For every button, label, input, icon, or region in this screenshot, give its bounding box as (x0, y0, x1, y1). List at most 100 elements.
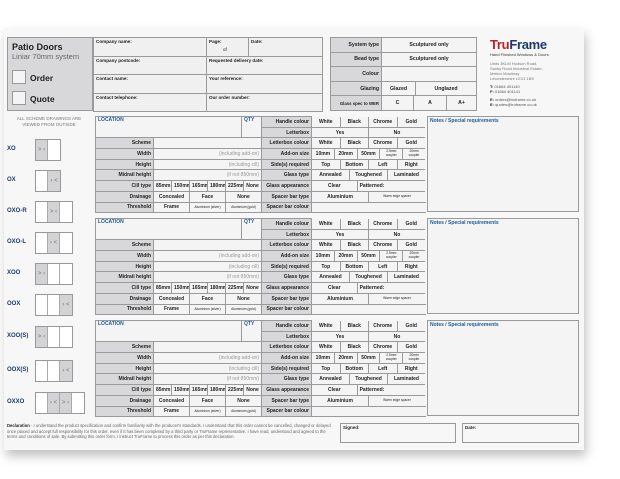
notes-field[interactable]: Notes / Special requirements (427, 320, 579, 416)
option-20mm[interactable]: 20mm (333, 148, 358, 160)
width-input[interactable]: (including add-on) (153, 148, 262, 160)
company-name-field[interactable]: Company name: (93, 37, 207, 57)
wer-aplus-option[interactable]: A+ (445, 95, 478, 111)
option-85mm[interactable]: 85mm (153, 180, 172, 192)
width-input[interactable]: (including add-on) (153, 352, 262, 364)
option-black[interactable]: Black (339, 116, 369, 128)
option-face[interactable]: Face (189, 293, 226, 305)
option-top[interactable]: Top (311, 261, 341, 272)
option-none[interactable]: None (225, 191, 262, 203)
location-field[interactable]: LOCATION QTY (95, 319, 262, 343)
option-annealed[interactable]: Annealed (311, 169, 350, 181)
option-[interactable] (311, 202, 426, 213)
option-toughened[interactable]: Toughened (349, 169, 388, 181)
option-no[interactable]: No (368, 229, 426, 240)
option-top[interactable]: Top (311, 159, 341, 170)
option-10mm[interactable]: 10mm (311, 148, 335, 160)
option-aluminium-silver-[interactable]: Aluminium (silver) (189, 406, 226, 417)
option-white[interactable]: White (311, 239, 341, 251)
colour-field[interactable] (380, 66, 478, 82)
height-input[interactable]: (including cill) (153, 362, 262, 375)
option-[interactable] (311, 406, 426, 417)
option-chrome[interactable]: Chrome (368, 116, 398, 128)
option-none[interactable]: None (243, 384, 262, 396)
option-laminated[interactable]: Laminated (387, 271, 426, 283)
option-150mm[interactable]: 150mm (171, 180, 190, 192)
midrail-height-input[interactable]: (if not 850mm) (153, 373, 262, 386)
wer-c-option[interactable]: C (381, 95, 414, 111)
option-150mm[interactable]: 150mm (171, 282, 190, 294)
option-patterned-[interactable]: Patterned: (356, 180, 426, 192)
option-no[interactable]: No (368, 331, 426, 342)
option-chrome[interactable]: Chrome (368, 137, 398, 149)
option-none[interactable]: None (225, 293, 262, 305)
option-toughened[interactable]: Toughened (349, 373, 388, 385)
option-chrome[interactable]: Chrome (368, 239, 398, 251)
option-aluminium[interactable]: Aluminium (311, 293, 369, 305)
option-165mm[interactable]: 165mm (189, 180, 208, 192)
option-225mm[interactable]: 225mm (225, 282, 244, 294)
option-clear[interactable]: Clear (311, 282, 358, 294)
option-laminated[interactable]: Laminated (387, 169, 426, 181)
midrail-height-input[interactable]: (if not 850mm) (153, 169, 262, 182)
option-2-5mm-coupler[interactable]: 2.5mm coupler (379, 148, 404, 160)
scheme-input[interactable] (153, 239, 262, 252)
wer-a-option[interactable]: A (413, 95, 447, 111)
height-input[interactable]: (including cill) (153, 260, 262, 273)
option-20mm[interactable]: 20mm (333, 352, 358, 364)
option-gold[interactable]: Gold (396, 320, 426, 332)
option-patterned-[interactable]: Patterned: (356, 282, 426, 294)
option-chrome[interactable]: Chrome (368, 218, 398, 230)
location-field[interactable]: LOCATION QTY (95, 115, 262, 139)
option-yes[interactable]: Yes (311, 229, 369, 240)
option-none[interactable]: None (243, 282, 262, 294)
option-165mm[interactable]: 165mm (189, 384, 208, 396)
option-aluminium-silver-[interactable]: Aluminium (silver) (189, 304, 226, 315)
option-50mm[interactable]: 50mm (356, 352, 381, 364)
option-yes[interactable]: Yes (311, 331, 369, 342)
option-right[interactable]: Right (396, 363, 426, 374)
option-concealed[interactable]: Concealed (153, 293, 190, 305)
option-225mm[interactable]: 225mm (225, 384, 244, 396)
option-225mm[interactable]: 225mm (225, 180, 244, 192)
option-2-5mm-coupler[interactable]: 2.5mm coupler (379, 250, 404, 262)
option-concealed[interactable]: Concealed (153, 191, 190, 203)
option-black[interactable]: Black (339, 239, 369, 251)
scheme-input[interactable] (153, 137, 262, 150)
page-field[interactable]: Page: of (206, 37, 249, 57)
midrail-height-input[interactable]: (if not 850mm) (153, 271, 262, 284)
option-annealed[interactable]: Annealed (311, 271, 350, 283)
option-chrome[interactable]: Chrome (368, 341, 398, 353)
option-20mm-coupler[interactable]: 20mm coupler (402, 352, 426, 364)
option-2-5mm-coupler[interactable]: 2.5mm coupler (379, 352, 404, 364)
option-right[interactable]: Right (396, 261, 426, 272)
option-180mm[interactable]: 180mm (207, 180, 226, 192)
option-85mm[interactable]: 85mm (153, 384, 172, 396)
option-yes[interactable]: Yes (311, 127, 369, 138)
our-order-number-field[interactable]: Our order number: (206, 92, 323, 112)
option-white[interactable]: White (311, 218, 341, 230)
option-warm-edge-spacer[interactable]: Warm edge spacer (368, 293, 426, 305)
height-input[interactable]: (including cill) (153, 158, 262, 171)
option-aluminium-gold-[interactable]: Aluminium (gold) (225, 202, 262, 213)
option-face[interactable]: Face (189, 395, 226, 407)
quotes-email[interactable]: E: quotes@truframe.co.uk (490, 102, 580, 107)
option-left[interactable]: Left (368, 159, 398, 170)
option-aluminium-gold-[interactable]: Aluminium (gold) (225, 406, 262, 417)
option-black[interactable]: Black (339, 320, 369, 332)
location-field[interactable]: LOCATION QTY (95, 217, 262, 241)
scheme-input[interactable] (153, 341, 262, 354)
option-aluminium[interactable]: Aluminium (311, 191, 369, 203)
option-[interactable] (311, 304, 426, 315)
date-field[interactable]: Date: (248, 37, 323, 57)
option-gold[interactable]: Gold (396, 137, 426, 149)
option-50mm[interactable]: 50mm (356, 250, 381, 262)
option-bottom[interactable]: Bottom (339, 261, 369, 272)
option-no[interactable]: No (368, 127, 426, 138)
option-10mm[interactable]: 10mm (311, 352, 335, 364)
quote-checkbox[interactable] (12, 91, 26, 105)
contact-name-field[interactable]: Contact name: (93, 74, 207, 94)
option-frame[interactable]: Frame (153, 304, 190, 315)
option-gold[interactable]: Gold (396, 218, 426, 230)
order-checkbox[interactable] (12, 70, 26, 84)
